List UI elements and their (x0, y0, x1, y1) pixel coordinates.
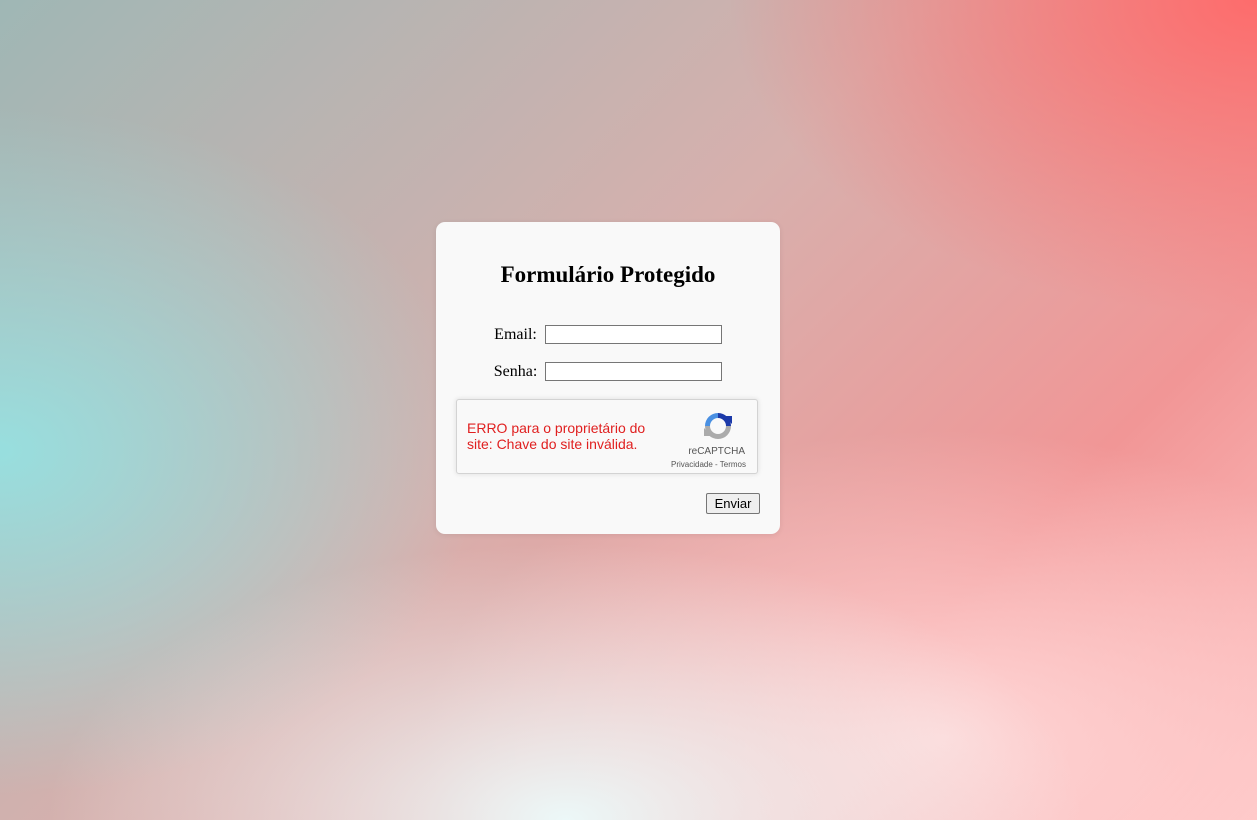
recaptcha-error-message: ERRO para o proprietário do site: Chave … (467, 420, 646, 452)
password-label: Senha: (493, 362, 538, 380)
email-label: Email: (494, 325, 537, 343)
password-field[interactable] (545, 362, 723, 381)
recaptcha-links: Privacidade - Termos (671, 460, 746, 469)
password-row: Senha: (436, 362, 780, 381)
form-card: Formulário Protegido Email: Senha: ERRO … (436, 222, 780, 534)
recaptcha-widget: ERRO para o proprietário do site: Chave … (456, 399, 758, 474)
email-row: Email: (436, 325, 780, 344)
privacy-link[interactable]: Privacidade (671, 460, 713, 469)
email-field[interactable] (544, 325, 722, 344)
submit-button[interactable]: Enviar (706, 493, 760, 514)
recaptcha-brand-label: reCAPTCHA (688, 446, 745, 457)
form-title: Formulário Protegido (500, 262, 716, 287)
links-separator: - (712, 460, 720, 469)
recaptcha-logo-icon (704, 413, 732, 439)
terms-link[interactable]: Termos (720, 460, 746, 469)
